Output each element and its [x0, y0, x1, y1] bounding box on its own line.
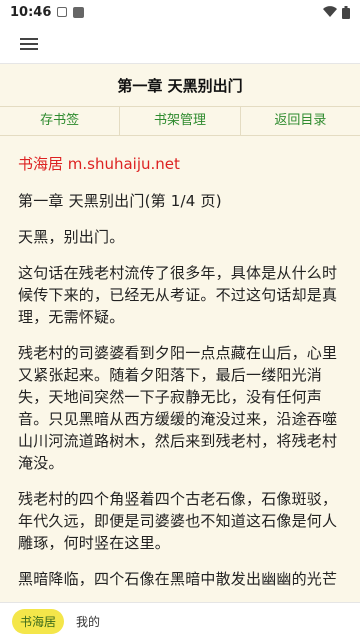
- shelf-manage-button[interactable]: 书架管理: [120, 107, 241, 135]
- app-bar: [0, 24, 360, 64]
- site-watermark: 书海居 m.shuhaiju.net: [18, 155, 180, 173]
- back-to-toc-button[interactable]: 返回目录: [241, 107, 360, 135]
- bookmark-button[interactable]: 存书签: [0, 107, 121, 135]
- paragraph: 第一章 天黑别出门(第 1/4 页): [18, 192, 222, 210]
- reading-content[interactable]: 书海居 m.shuhaiju.net 第一章 天黑别出门(第 1/4 页) 天黑…: [0, 136, 360, 602]
- paragraph: 这句话在残老村流传了很多年，具体是从什么时候传下来的，已经无从考证。不过这句话却…: [18, 264, 338, 326]
- menu-icon[interactable]: [20, 36, 38, 52]
- notification-icon: [57, 7, 68, 17]
- status-bar: 10:46: [0, 0, 360, 24]
- paragraph: 天黑，别出门。: [18, 228, 125, 246]
- paragraph: 残老村的司婆婆看到夕阳一点点藏在山后，心里又紧张起来。随着夕阳落下，最后一缕阳光…: [18, 344, 338, 472]
- tab-shuhaiju[interactable]: 书海居: [12, 609, 65, 634]
- bottom-tab-bar: 书海居 我的: [0, 602, 360, 640]
- status-time: 10:46: [10, 4, 52, 20]
- paragraph: 残老村的四个角竖着四个古老石像，石像斑驳，年代久远，即便是司婆婆也不知道这石像是…: [18, 490, 338, 552]
- status-right: [323, 5, 350, 19]
- paragraph: 黑暗降临，四个石像在黑暗中散发出幽幽的光芒: [18, 570, 338, 588]
- status-left: 10:46: [10, 4, 85, 20]
- battery-icon: [342, 5, 350, 19]
- tab-mine[interactable]: 我的: [76, 613, 100, 630]
- chapter-title: 第一章 天黑别出门: [117, 77, 243, 95]
- chapter-nav: 存书签 书架管理 返回目录: [0, 106, 360, 136]
- wifi-icon: [323, 6, 337, 18]
- notification-a-icon: [73, 6, 85, 18]
